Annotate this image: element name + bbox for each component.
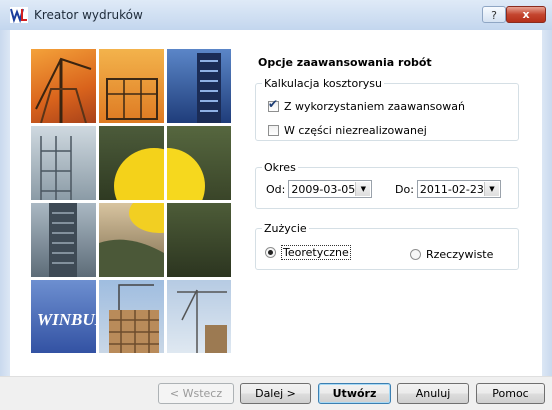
with-progress-label[interactable]: Z wykorzystaniem zaawansowań <box>284 100 465 113</box>
usage-legend: Zużycie <box>264 222 307 235</box>
collage-tile-crane-sky <box>167 280 231 353</box>
create-button[interactable]: Utwórz <box>318 383 391 404</box>
print-wizard-window: Kreator wydruków ? x WINBU Opcje zaawans… <box>0 0 552 410</box>
collage-tile-building-frame <box>99 49 164 123</box>
close-button[interactable]: x <box>506 6 546 23</box>
cancel-button[interactable]: Anuluj <box>397 383 469 404</box>
period-to-row: Do: 2011-02-23 ▼ <box>395 180 501 198</box>
dropdown-arrow-icon[interactable]: ▼ <box>483 182 499 196</box>
period-from-date-picker[interactable]: 2009-03-05 ▼ <box>288 180 373 198</box>
with-progress-checkbox-row[interactable]: ✔ Z wykorzystaniem zaawansowań <box>268 97 465 113</box>
period-to-value: 2011-02-23 <box>419 183 484 196</box>
next-button[interactable]: Dalej > <box>240 383 311 404</box>
period-from-value: 2009-03-05 <box>291 183 356 196</box>
costing-legend: Kalkulacja kosztorysu <box>264 77 382 90</box>
winbud-logo-tile: WINBUD <box>31 280 96 353</box>
collage-tile-crane-orange <box>31 49 96 123</box>
partially-unrealized-checkbox-row[interactable]: W części niezrealizowanej <box>268 124 427 137</box>
partially-unrealized-label[interactable]: W części niezrealizowanej <box>284 124 427 137</box>
radio-selected-icon <box>268 250 273 255</box>
actual-radio[interactable] <box>410 249 421 260</box>
title-bar[interactable]: Kreator wydruków ? x <box>0 0 552 31</box>
actual-label[interactable]: Rzeczywiste <box>426 248 493 261</box>
theoretical-label[interactable]: Teoretyczne <box>281 245 351 260</box>
window-title: Kreator wydruków <box>34 8 143 22</box>
check-icon: ✔ <box>268 97 279 111</box>
actual-radio-row[interactable]: Rzeczywiste <box>410 248 493 261</box>
help-title-button[interactable]: ? <box>482 6 506 23</box>
app-logo-icon <box>10 7 28 23</box>
theoretical-radio[interactable] <box>265 247 276 258</box>
wizard-content: WINBUD Opcje zaawansowania robót Kalkula… <box>10 30 542 376</box>
question-icon: ? <box>491 9 497 22</box>
collage-tile-scaffold <box>31 126 96 200</box>
collage-tile-worker-arms <box>99 203 164 277</box>
dropdown-arrow-icon[interactable]: ▼ <box>355 182 371 196</box>
period-to-label: Do: <box>395 182 414 196</box>
window-frame-right <box>542 30 552 410</box>
winbud-logo: WINBUD <box>37 310 96 329</box>
with-progress-checkbox[interactable]: ✔ <box>268 97 279 112</box>
collage-tile-helmet-side <box>167 126 231 200</box>
wizard-button-bar: < Wstecz Dalej > Utwórz Anuluj Pomoc <box>0 376 552 410</box>
collage-tile-tower-dark <box>31 203 96 277</box>
help-button[interactable]: Pomoc <box>476 383 545 404</box>
theoretical-radio-row[interactable]: Teoretyczne <box>265 245 351 260</box>
construction-collage-image: WINBUD <box>31 49 239 353</box>
collage-tile-helmet-top <box>99 126 164 200</box>
collage-tile-worker-jacket <box>167 203 231 277</box>
close-icon: x <box>522 8 530 21</box>
back-button[interactable]: < Wstecz <box>158 383 234 404</box>
period-to-date-picker[interactable]: 2011-02-23 ▼ <box>416 180 501 198</box>
collage-tile-construction-site <box>99 280 164 353</box>
period-from-label: Od: <box>266 182 286 196</box>
options-heading: Opcje zaawansowania robót <box>258 56 432 69</box>
period-legend: Okres <box>264 161 296 174</box>
window-frame-left <box>0 30 10 410</box>
period-from-row: Od: 2009-03-05 ▼ <box>266 180 373 198</box>
collage-tile-blue-tower <box>167 49 231 123</box>
partially-unrealized-checkbox[interactable] <box>268 125 279 136</box>
